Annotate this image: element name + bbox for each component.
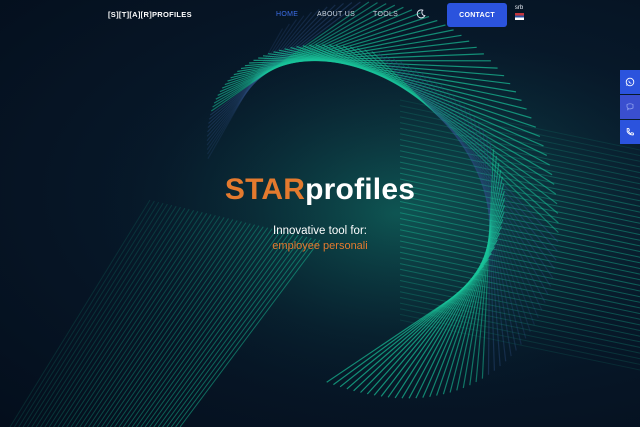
contact-button[interactable]: CONTACT (447, 3, 507, 27)
nav-about-us[interactable]: ABOUT US (317, 11, 355, 18)
top-navigation: [S][T][A][R]PROFILES HOME ABOUT US TOOLS… (0, 0, 640, 32)
whatsapp-icon (625, 77, 635, 87)
page: [S][T][A][R]PROFILES HOME ABOUT US TOOLS… (0, 0, 640, 427)
hero-typed-text: employee personali (272, 240, 368, 252)
viber-icon (626, 103, 634, 111)
language-code: srb (514, 5, 524, 11)
nav-tools[interactable]: TOOLS (373, 11, 398, 18)
hero-title-rest: profiles (305, 173, 416, 206)
hero-title-accent: STAR (224, 173, 306, 206)
hero-title: STARprofiles (0, 170, 640, 210)
hero-background-art (0, 0, 640, 427)
whatsapp-button[interactable] (620, 70, 640, 94)
hero-subtitle: Innovative tool for: (273, 225, 367, 237)
language-switcher[interactable]: srb (513, 5, 525, 20)
site-logo[interactable]: [S][T][A][R]PROFILES (108, 10, 192, 19)
nav-home[interactable]: HOME (276, 11, 298, 18)
moon-icon[interactable] (415, 8, 427, 20)
phone-icon (626, 128, 634, 136)
serbia-flag-icon (514, 13, 524, 20)
side-contact-bar (620, 70, 640, 145)
phone-button[interactable] (620, 120, 640, 144)
viber-button[interactable] (620, 95, 640, 119)
